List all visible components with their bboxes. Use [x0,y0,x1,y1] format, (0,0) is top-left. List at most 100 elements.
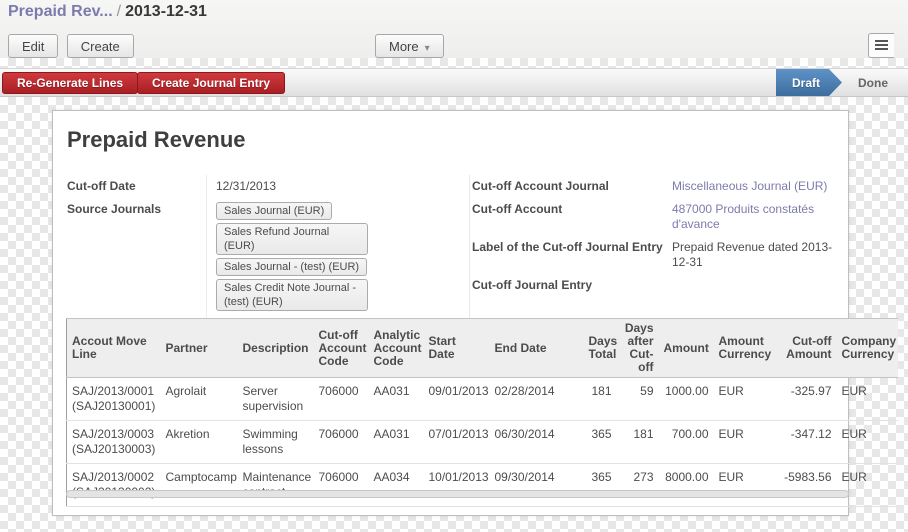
list-view-button[interactable] [868,33,894,58]
breadcrumb-separator: / [113,3,125,20]
table-cell: 07/01/2013 [424,421,490,464]
field-value: 12/31/2013 [206,175,469,198]
field-value [672,274,837,297]
regenerate-lines-button[interactable]: Re-Generate Lines [2,72,138,94]
table-cell: SAJ/2013/0001 (SAJ20130001) [67,378,161,421]
table-cell: SAJ/2013/0003 (SAJ20130003) [67,421,161,464]
table-cell: 8000.00 [659,464,714,507]
table-cell: 02/28/2014 [490,378,584,421]
table-cell: EUR [714,421,774,464]
table-cell: Server supervision [238,378,314,421]
table-cell: 365 [584,464,617,507]
table-cell: -347.12 [774,421,837,464]
column-header: Amount Currency [714,319,774,378]
create-button[interactable]: Create [67,34,134,58]
table-cell: Maintenance contract [238,464,314,507]
table-cell: AA034 [369,464,424,507]
journal-tag: Sales Journal (EUR) [216,202,332,220]
field-value: Prepaid Revenue dated 2013-12-31 [672,236,837,274]
table-cell: 706000 [314,464,369,507]
table-cell: 10/01/2013 [424,464,490,507]
header: Prepaid Rev.../2013-12-31 Edit Create Mo… [0,0,908,58]
field-label: Label of the Cut-off Journal Entry [472,236,672,274]
main-content: Prepaid Revenue Cut-off Date12/31/2013So… [0,97,908,532]
table-row[interactable]: SAJ/2013/0001 (SAJ20130001)AgrolaitServe… [67,378,898,421]
table-cell: EUR [837,464,898,507]
field-label: Source Journals [67,198,206,315]
table-cell: AA031 [369,378,424,421]
table-cell: 273 [617,464,659,507]
table-cell: EUR [714,464,774,507]
table-cell: 59 [617,378,659,421]
more-button[interactable]: More ▾ [375,34,444,58]
journal-tags: Sales Journal (EUR) Sales Refund Journal … [216,202,468,311]
journal-tag: Sales Credit Note Journal - (test) (EUR) [216,279,368,311]
breadcrumb-parent[interactable]: Prepaid Rev... [8,3,113,20]
column-header: Amount [659,319,714,378]
edit-button[interactable]: Edit [8,34,58,58]
column-header: Description [238,319,314,378]
table-cell: 706000 [314,421,369,464]
table-row[interactable]: SAJ/2013/0003 (SAJ20130003)AkretionSwimm… [67,421,898,464]
column-header: End Date [490,319,584,378]
page-title: Prepaid Revenue [67,127,246,153]
action-bar: Re-Generate Lines Create Journal Entry D… [0,68,908,97]
field-label: Cut-off Date [67,175,206,198]
column-header: Cut-off Amount [774,319,837,378]
table-cell: 09/01/2013 [424,378,490,421]
form-buttons: Edit Create [8,34,139,58]
table-cell: 09/30/2014 [490,464,584,507]
column-header: Days Total [584,319,617,378]
field-group-right: Cut-off Account JournalMiscellaneous Jou… [469,175,837,338]
column-header: Company Currency [837,319,898,378]
create-journal-entry-button[interactable]: Create Journal Entry [137,72,285,94]
horizontal-scrollbar[interactable] [66,490,849,498]
table-cell: 181 [617,421,659,464]
column-header: Partner [161,319,238,378]
table-cell: 1000.00 [659,378,714,421]
breadcrumb: Prepaid Rev.../2013-12-31 [8,3,207,21]
column-header: Analytic Account Code [369,319,424,378]
breadcrumb-current: 2013-12-31 [125,3,207,20]
column-header: Cut-off Account Code [314,319,369,378]
column-header: Accout Move Line [67,319,161,378]
table-row[interactable]: SAJ/2013/0002 (SAJ20130002)CamptocampMai… [67,464,898,507]
field-value-tags: Sales Journal (EUR) Sales Refund Journal … [206,198,469,315]
journal-tag: Sales Refund Journal (EUR) [216,223,368,255]
status-done: Done [844,69,902,96]
table-cell: 365 [584,421,617,464]
field-label: Cut-off Account [472,198,672,236]
table-cell: -325.97 [774,378,837,421]
table-cell: -5983.56 [774,464,837,507]
cutoff-lines-table: Accout Move LinePartnerDescriptionCut-of… [66,318,898,507]
table-cell: SAJ/2013/0002 (SAJ20130002) [67,464,161,507]
column-header: Start Date [424,319,490,378]
table-cell: Agrolait [161,378,238,421]
field-value-link[interactable]: Miscellaneous Journal (EUR) [672,175,837,198]
more-button-label: More [389,39,419,54]
table-cell: 706000 [314,378,369,421]
transparent-gap [0,58,908,68]
table-cell: Swimming lessons [238,421,314,464]
table-cell: EUR [837,378,898,421]
more-menu: More ▾ [375,34,444,58]
app-root: Prepaid Rev.../2013-12-31 Edit Create Mo… [0,0,908,532]
chevron-down-icon: ▾ [425,43,430,54]
status-draft: Draft [776,69,842,96]
list-view-icon [875,40,888,51]
field-label: Cut-off Journal Entry [472,274,672,297]
table-cell: 700.00 [659,421,714,464]
journal-tag: Sales Journal - (test) (EUR) [216,258,367,276]
column-header: Days after Cut-off [617,319,659,378]
table-cell: 06/30/2014 [490,421,584,464]
table-cell: EUR [837,421,898,464]
table-cell: 181 [584,378,617,421]
view-switcher [868,33,894,58]
field-group-left: Cut-off Date12/31/2013Source JournalsSal… [67,175,469,338]
table-cell: Akretion [161,421,238,464]
field-value-link[interactable]: 487000 Produits constatés d'avance [672,198,837,236]
statusbar: Draft Done [776,69,902,96]
table-header-row: Accout Move LinePartnerDescriptionCut-of… [67,319,898,378]
table-cell: AA031 [369,421,424,464]
table-cell: EUR [714,378,774,421]
